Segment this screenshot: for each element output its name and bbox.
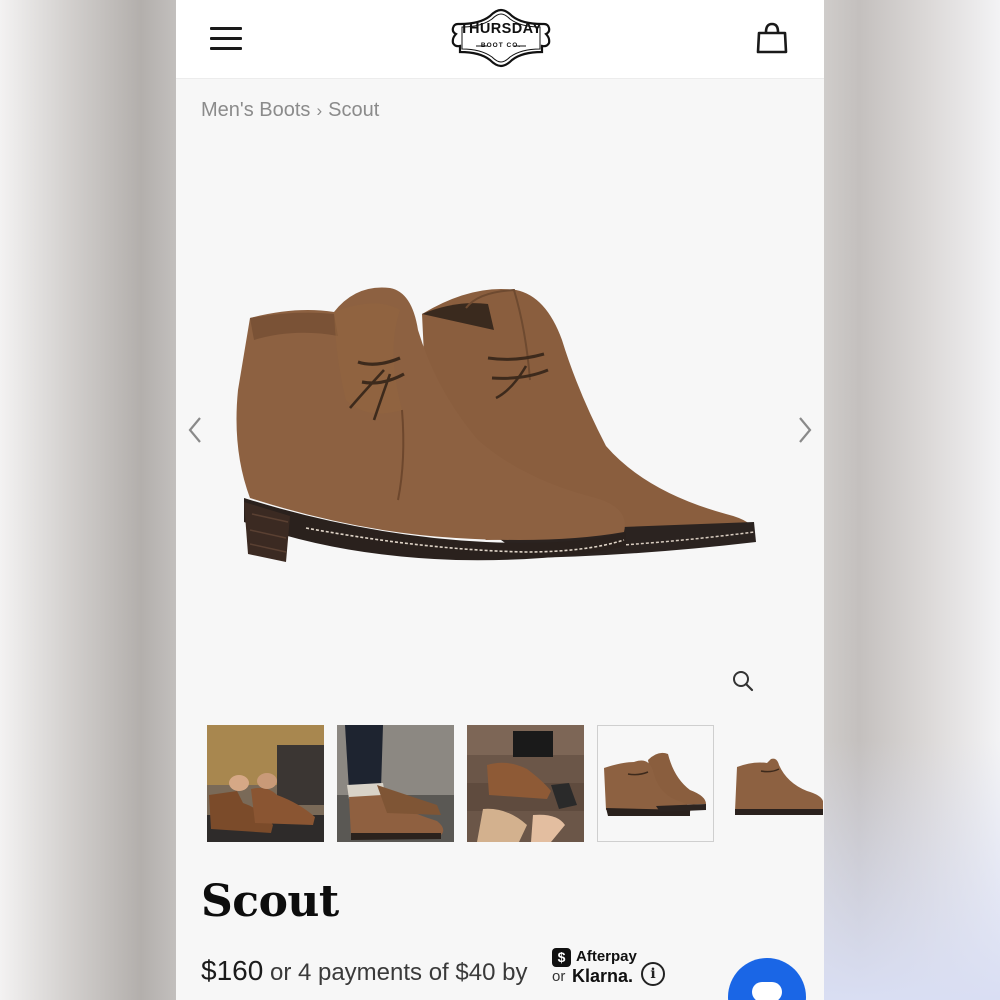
product-page: THURSDAY BOOT CO. Men's Boots › Scout Sc… bbox=[176, 0, 824, 1000]
logo-badge-shape bbox=[451, 8, 551, 68]
breadcrumb-current: Scout bbox=[328, 99, 380, 121]
thumbnail-single-boot-side[interactable] bbox=[727, 725, 824, 842]
hamburger-menu-icon[interactable] bbox=[210, 24, 244, 54]
thumbnail-boots-pair-side-view[interactable] bbox=[597, 725, 714, 842]
logo-subtext: BOOT CO. bbox=[480, 42, 522, 49]
product-price: $160 bbox=[201, 955, 264, 986]
product-title: Scout bbox=[201, 876, 339, 927]
main-product-image[interactable] bbox=[226, 270, 786, 610]
breadcrumb-separator: › bbox=[316, 101, 323, 120]
chevron-left-icon[interactable] bbox=[182, 412, 208, 448]
thumbnail-boots-with-dark-jeans[interactable] bbox=[337, 725, 454, 842]
or-label: or bbox=[552, 968, 566, 985]
thumbnail-boots-on-feet-tying-laces[interactable] bbox=[207, 725, 324, 842]
installments-text: or 4 payments of $40 by bbox=[263, 959, 528, 986]
thumbnail-strip bbox=[207, 725, 824, 843]
price-row: $160 or 4 payments of $40 by bbox=[201, 955, 527, 987]
afterpay-icon: $ bbox=[552, 948, 571, 967]
brand-logo[interactable]: THURSDAY BOOT CO. bbox=[450, 6, 552, 70]
thumbnail-unboxing-boots-on-wood[interactable] bbox=[467, 725, 584, 842]
background-blur-left bbox=[0, 0, 176, 1000]
shopping-bag-icon[interactable] bbox=[754, 20, 790, 56]
klarna-label: Klarna. bbox=[572, 966, 634, 986]
magnifier-icon[interactable] bbox=[730, 668, 756, 694]
chat-button[interactable] bbox=[728, 958, 806, 1000]
breadcrumb: Men's Boots › Scout bbox=[201, 99, 379, 122]
logo-text: THURSDAY bbox=[459, 21, 543, 37]
background-tint bbox=[824, 740, 1000, 1000]
payment-providers[interactable]: $ Afterpay or Klarna. bbox=[552, 946, 642, 990]
afterpay-label: Afterpay bbox=[576, 948, 637, 965]
background-blur-right bbox=[824, 0, 1000, 1000]
chevron-right-icon[interactable] bbox=[792, 412, 818, 448]
site-header: THURSDAY BOOT CO. bbox=[176, 0, 824, 78]
chat-bubble-icon bbox=[752, 982, 782, 1000]
info-icon[interactable]: i bbox=[641, 962, 665, 986]
breadcrumb-mens-boots[interactable]: Men's Boots bbox=[201, 99, 310, 121]
